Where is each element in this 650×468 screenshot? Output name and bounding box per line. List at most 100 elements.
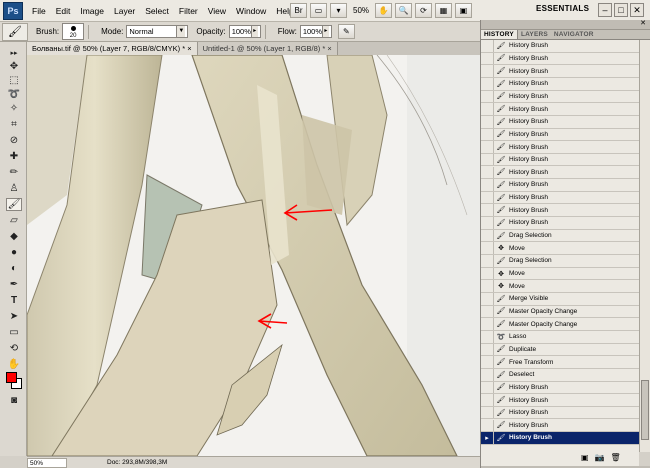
menu-edit[interactable]: Edit <box>51 0 76 22</box>
workspace-switcher[interactable]: ESSENTIALS <box>536 4 589 13</box>
menu-layer[interactable]: Layer <box>109 0 140 22</box>
close-icon[interactable]: ✕ <box>630 3 644 17</box>
history-state[interactable]: 🖌 Free Transform <box>481 356 639 369</box>
lasso-tool-icon[interactable]: ➰ <box>6 88 22 101</box>
history-source-toggle[interactable] <box>481 166 494 179</box>
history-state[interactable]: 🖌 History Brush <box>481 191 639 205</box>
foreground-color-swatch[interactable] <box>6 372 17 383</box>
tab-document-2[interactable]: Untitled-1 @ 50% (Layer 1, RGB/8) * × <box>197 42 338 55</box>
menu-file[interactable]: File <box>27 0 51 22</box>
history-source-toggle[interactable] <box>481 267 494 280</box>
history-state[interactable]: 🖌 Master Opacity Change <box>481 318 639 331</box>
menu-filter[interactable]: Filter <box>174 0 203 22</box>
crop-tool-icon[interactable]: ⌗ <box>6 118 22 131</box>
history-source-toggle[interactable] <box>481 179 494 191</box>
menu-window[interactable]: Window <box>231 0 271 22</box>
zoom-dropdown-icon[interactable]: ▾ <box>330 3 347 18</box>
history-source-toggle[interactable] <box>481 394 494 406</box>
pen-tool-icon[interactable]: ✒ <box>6 278 22 291</box>
type-tool-icon[interactable]: T <box>6 294 22 307</box>
history-state[interactable]: 🖌 Duplicate <box>481 343 639 357</box>
history-state[interactable]: 🖌 History Brush <box>481 419 639 433</box>
maximize-icon[interactable]: □ <box>614 3 628 17</box>
airbrush-toggle-icon[interactable]: ✎ <box>337 24 355 39</box>
history-state[interactable]: ✥ Move <box>481 280 639 293</box>
history-source-toggle[interactable] <box>481 77 494 90</box>
history-state[interactable]: 🖌 History Brush <box>481 406 639 420</box>
history-source-toggle[interactable]: ▸ <box>481 432 494 444</box>
history-source-toggle[interactable] <box>481 191 494 204</box>
history-state[interactable]: 🖌 History Brush <box>481 204 639 218</box>
history-source-toggle[interactable] <box>481 40 494 52</box>
history-source-toggle[interactable] <box>481 128 494 141</box>
panel-close-icon[interactable]: ✕ <box>640 19 646 27</box>
history-source-toggle[interactable] <box>481 280 494 292</box>
tab-document-1[interactable]: Болваны.tif @ 50% (Layer 7, RGB/8/CMYK) … <box>27 42 198 55</box>
history-state[interactable]: 🖌 Deselect <box>481 368 639 382</box>
menu-select[interactable]: Select <box>140 0 174 22</box>
history-source-toggle[interactable] <box>481 305 494 318</box>
close-icon[interactable]: × <box>327 44 331 53</box>
move-tool-icon[interactable]: ✥ <box>6 60 22 73</box>
history-source-toggle[interactable] <box>481 318 494 330</box>
history-state[interactable]: ▸ 🖌 History Brush <box>481 432 639 445</box>
paint-bucket-tool-icon[interactable]: ◆ <box>6 230 22 243</box>
history-state[interactable]: 🖌 Drag Selection <box>481 229 639 243</box>
history-state[interactable]: ✥ Move <box>481 242 639 256</box>
eyedropper-tool-icon[interactable]: ⊘ <box>6 134 22 147</box>
history-state[interactable]: 🖌 History Brush <box>481 394 639 407</box>
tab-layers[interactable]: LAYERS <box>518 30 551 39</box>
history-source-toggle[interactable] <box>481 330 494 343</box>
history-state[interactable]: 🖌 History Brush <box>481 52 639 66</box>
history-state[interactable]: 🖌 History Brush <box>481 153 639 167</box>
history-state[interactable]: 🖌 Master Opacity Change <box>481 305 639 319</box>
history-source-toggle[interactable] <box>481 115 494 128</box>
history-source-toggle[interactable] <box>481 90 494 103</box>
healing-brush-tool-icon[interactable]: ✚ <box>6 150 22 163</box>
history-source-toggle[interactable] <box>481 343 494 356</box>
history-source-toggle[interactable] <box>481 406 494 419</box>
history-source-toggle[interactable] <box>481 65 494 77</box>
menu-image[interactable]: Image <box>75 0 109 22</box>
blur-tool-icon[interactable]: ● <box>6 246 22 259</box>
history-state[interactable]: 🖌 History Brush <box>481 166 639 180</box>
history-state[interactable]: ➰ Lasso <box>481 330 639 344</box>
brush-picker[interactable]: 20 <box>62 23 85 40</box>
history-state[interactable]: 🖌 History Brush <box>481 65 639 78</box>
tab-navigator[interactable]: NAVIGATOR <box>551 30 597 39</box>
history-state[interactable]: 🖌 History Brush <box>481 217 639 230</box>
history-state[interactable]: 🖌 History Brush <box>481 141 639 154</box>
history-state[interactable]: 🖌 History Brush <box>481 115 639 129</box>
history-brush-tool-preset-icon[interactable]: 🖌 <box>2 22 28 41</box>
flow-field[interactable]: 100% ▸ <box>299 25 332 38</box>
clone-stamp-tool-icon[interactable]: ♙ <box>6 182 22 195</box>
screen-layout-icon[interactable]: ▣ <box>455 3 473 18</box>
panel-header[interactable]: ✕ <box>481 20 650 30</box>
history-source-toggle[interactable] <box>481 229 494 242</box>
photoshop-logo[interactable]: Ps <box>3 1 23 20</box>
quick-mask-icon[interactable]: ◙ <box>6 394 22 407</box>
tab-history[interactable]: HISTORY <box>481 30 518 39</box>
history-source-toggle[interactable] <box>481 217 494 229</box>
opacity-field[interactable]: 100% ▸ <box>228 25 261 38</box>
history-source-toggle[interactable] <box>481 255 494 267</box>
hand-tool-icon[interactable]: ✋ <box>6 358 22 371</box>
history-source-toggle[interactable] <box>481 52 494 65</box>
history-source-toggle[interactable] <box>481 381 494 394</box>
trash-icon[interactable]: 🗑 <box>611 453 621 462</box>
document-canvas[interactable] <box>27 55 480 456</box>
screen-mode-icon[interactable]: ▭ <box>310 3 327 18</box>
scrollbar-thumb[interactable] <box>641 380 649 440</box>
close-icon[interactable]: × <box>187 44 191 53</box>
history-scrollbar[interactable] <box>639 40 650 452</box>
rotate-view-icon[interactable]: ⟳ <box>415 3 433 18</box>
arrange-documents-icon[interactable]: ▦ <box>435 3 453 18</box>
history-source-toggle[interactable] <box>481 356 494 368</box>
history-state[interactable]: 🖌 History Brush <box>481 40 639 53</box>
minimize-icon[interactable]: – <box>598 3 612 17</box>
history-state[interactable]: ✥ Move <box>481 267 639 281</box>
zoom-level[interactable]: 50% <box>350 6 372 15</box>
shape-tool-icon[interactable]: ▭ <box>6 326 22 339</box>
toolbox-collapse-icon[interactable]: ▸▸ <box>6 46 22 59</box>
history-state[interactable]: 🖌 Drag Selection <box>481 255 639 268</box>
